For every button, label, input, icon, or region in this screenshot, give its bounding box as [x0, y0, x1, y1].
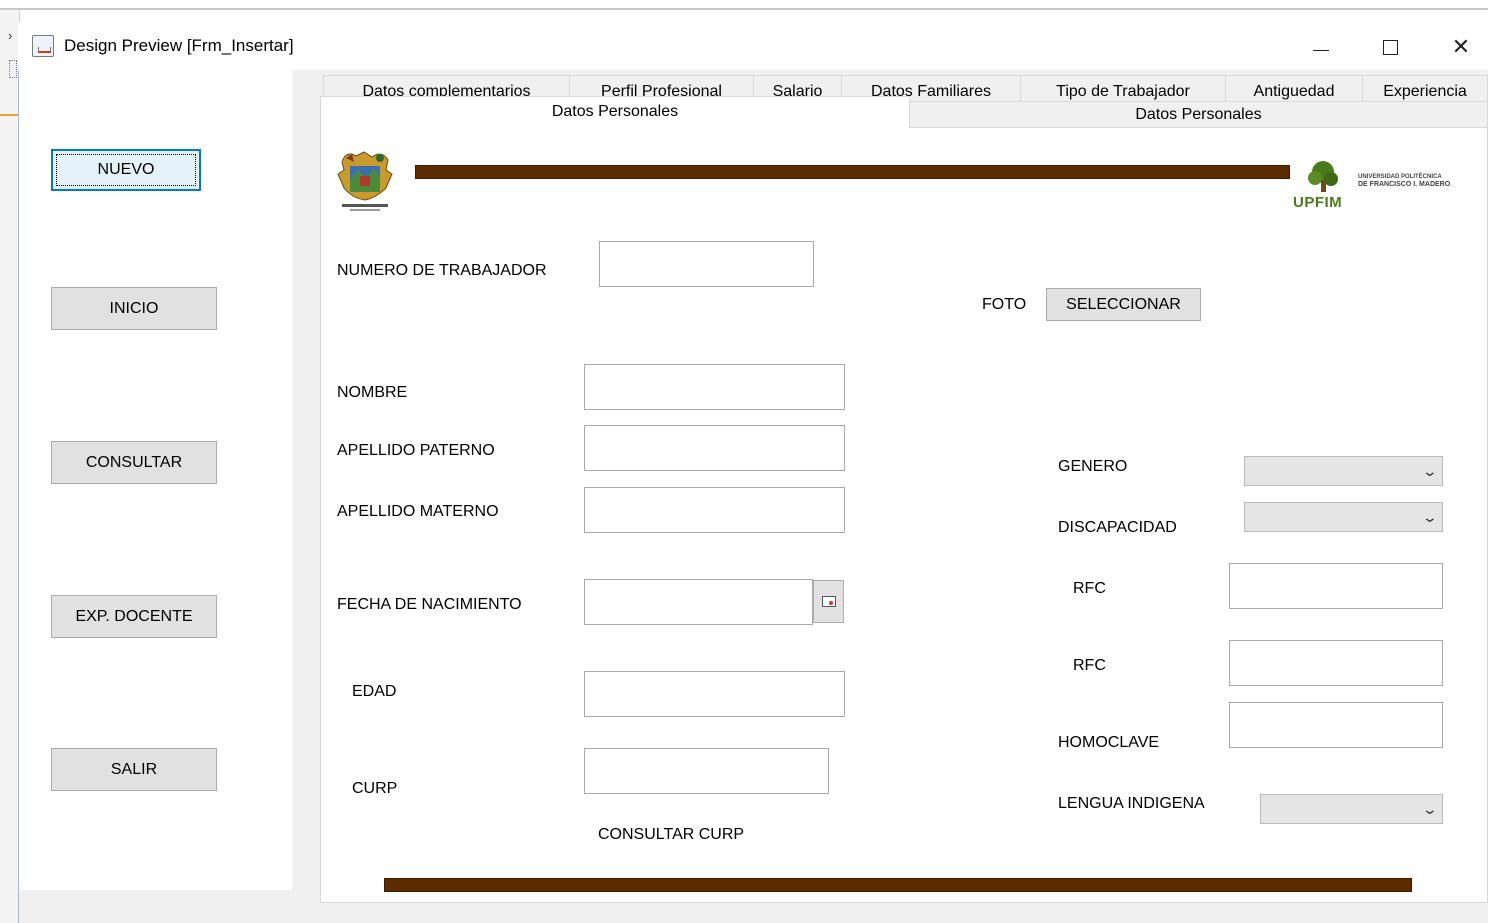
tab-label: Tipo de Trabajador [1056, 83, 1190, 100]
tab-antiguedad[interactable]: Antiguedad [1225, 75, 1363, 103]
calendar-icon [821, 596, 836, 607]
genero-select[interactable]: ⌄ [1244, 456, 1443, 486]
edad-input[interactable] [584, 671, 845, 717]
selection-marker-icon [9, 60, 17, 78]
discapacidad-select[interactable]: ⌄ [1244, 502, 1443, 532]
upfim-logo: UPFIM UNIVERSIDAD POLITÉCNICA DE FRANCIS… [1293, 158, 1478, 214]
discapacidad-label: DISCAPACIDAD [1058, 519, 1177, 536]
expand-arrow-icon: › [8, 28, 13, 43]
window-bottom-strip [19, 903, 1488, 923]
exp-docente-button[interactable]: EXP. DOCENTE [51, 595, 217, 638]
rfc-input-2[interactable] [1229, 640, 1443, 686]
state-coat-of-arms-logo [336, 148, 394, 214]
minimize-button[interactable] [1298, 28, 1344, 66]
genero-label: GENERO [1058, 458, 1128, 475]
nombre-input[interactable] [584, 364, 845, 410]
apellido-materno-input[interactable] [584, 487, 845, 533]
upfim-subtitle-line-1: UNIVERSIDAD POLITÉCNICA [1358, 174, 1442, 180]
apellido-materno-label: APELLIDO MATERNO [337, 503, 499, 520]
header-stripe [415, 165, 1290, 179]
consultar-button[interactable]: CONSULTAR [51, 441, 217, 484]
seleccionar-foto-button[interactable]: SELECCIONAR [1046, 288, 1201, 321]
nombre-label: NOMBRE [337, 384, 408, 401]
date-picker-button[interactable] [813, 580, 844, 623]
numero-trabajador-input[interactable] [599, 241, 814, 287]
chevron-down-icon: ⌄ [1421, 508, 1439, 525]
exp-docente-button-label: EXP. DOCENTE [75, 607, 193, 625]
rfc-label-1: RFC [1073, 580, 1106, 597]
curp-input[interactable] [584, 748, 829, 794]
tab-tipo-de-trabajador[interactable]: Tipo de Trabajador [1020, 75, 1226, 103]
salir-button-label: SALIR [110, 760, 158, 778]
nuevo-button[interactable]: NUEVO [51, 149, 201, 191]
consultar-button-label: CONSULTAR [85, 453, 183, 471]
consultar-curp-link[interactable]: CONSULTAR CURP [598, 826, 744, 844]
foto-label: FOTO [982, 296, 1027, 313]
window-title: Design Preview [Frm_Insertar] [64, 36, 294, 55]
upfim-wordmark: UPFIM [1293, 194, 1343, 211]
focus-ring [56, 154, 196, 186]
rfc-label-2: RFC [1073, 657, 1106, 674]
seleccionar-button-label: SELECCIONAR [1066, 295, 1181, 313]
maximize-icon [1382, 39, 1398, 55]
homoclave-input[interactable] [1229, 702, 1443, 748]
lengua-indigena-select[interactable]: ⌄ [1260, 794, 1443, 824]
edad-label: EDAD [352, 683, 397, 700]
tab-label: Datos Personales [1135, 105, 1262, 123]
inicio-button-label: INICIO [109, 299, 159, 317]
close-icon: ✕ [1451, 34, 1471, 60]
rfc-input-1[interactable] [1229, 563, 1443, 609]
numero-trabajador-label: NUMERO DE TRABAJADOR [337, 262, 547, 279]
chevron-down-icon: ⌄ [1421, 462, 1439, 479]
ide-left-gutter: › [0, 10, 20, 923]
homoclave-label: HOMOCLAVE [1058, 734, 1160, 751]
minimize-icon [1313, 49, 1329, 51]
ide-top-border [0, 0, 1488, 10]
tab-datos-personales-2[interactable]: Datos Personales [909, 101, 1488, 128]
java-app-icon [32, 35, 54, 57]
footer-stripe [384, 878, 1412, 892]
tab-label: Antiguedad [1253, 83, 1335, 100]
tab-experiencia[interactable]: Experiencia [1362, 75, 1488, 103]
apellido-paterno-input[interactable] [584, 425, 845, 471]
close-button[interactable]: ✕ [1438, 28, 1484, 66]
lengua-indigena-label: LENGUA INDIGENA [1058, 795, 1205, 812]
curp-label: CURP [352, 780, 398, 797]
chevron-down-icon: ⌄ [1421, 800, 1439, 817]
fecha-nacimiento-input[interactable] [584, 579, 813, 625]
ide-orange-marker [0, 114, 18, 116]
tab-datos-personales[interactable]: Datos Personales [320, 96, 910, 128]
salir-button[interactable]: SALIR [51, 748, 217, 791]
inicio-button[interactable]: INICIO [51, 287, 217, 330]
fecha-nacimiento-label: FECHA DE NACIMIENTO [337, 596, 522, 613]
apellido-paterno-label: APELLIDO PATERNO [337, 442, 495, 459]
upfim-subtitle-line-2: DE FRANCISCO I. MADERO [1358, 181, 1451, 188]
tab-label: Experiencia [1383, 83, 1467, 100]
maximize-button[interactable] [1367, 28, 1413, 66]
tab-label: Datos Personales [551, 103, 679, 120]
